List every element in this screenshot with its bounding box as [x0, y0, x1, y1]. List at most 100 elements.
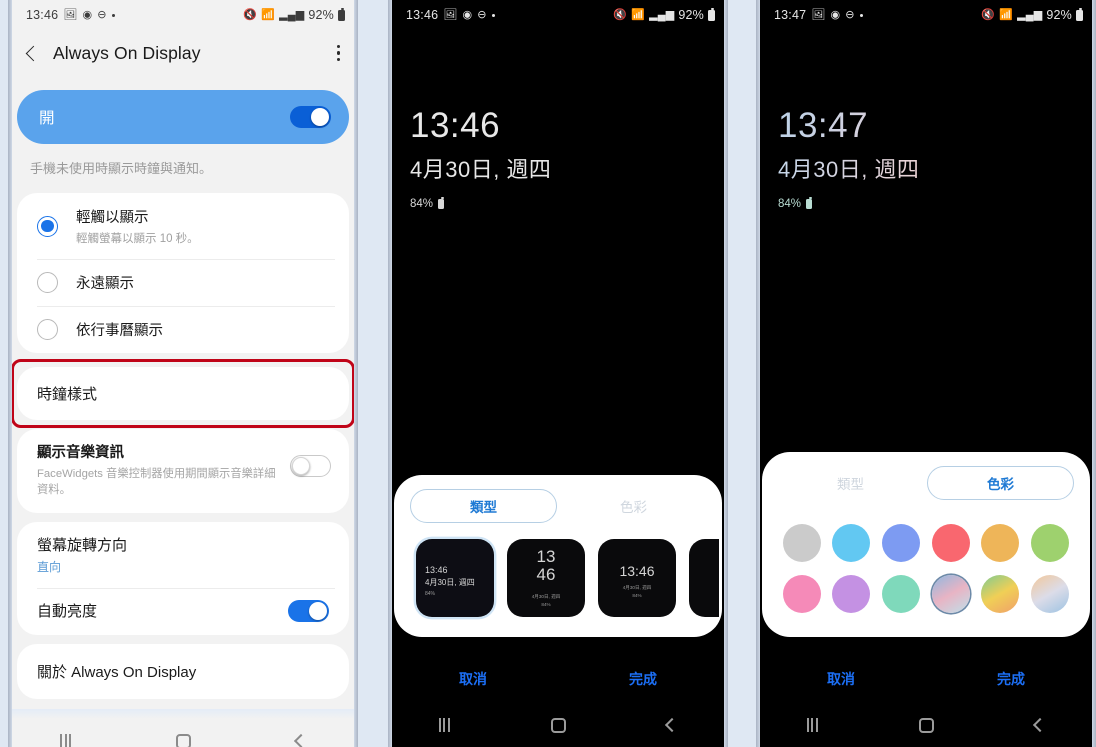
mute-icon: 🔇: [613, 8, 628, 21]
tab-type[interactable]: 類型: [410, 489, 557, 523]
phone-edge-left: [8, 0, 12, 747]
back-icon[interactable]: [653, 712, 691, 738]
aod-date: 4月30日, 週四: [410, 156, 552, 182]
about-aod-row[interactable]: 關於 Always On Display: [17, 644, 349, 699]
clock-thumbnail-row: 13:46 4月30日, 週四 84% 13 46 4月30日, 週四 84%: [394, 523, 722, 621]
auto-brightness-toggle[interactable]: [288, 599, 329, 622]
master-switch-toggle[interactable]: [290, 106, 331, 128]
battery-icon: [338, 7, 345, 21]
signal-icon: ▂▄▆: [279, 8, 305, 21]
color-swatch-pink[interactable]: [782, 575, 821, 613]
chrome-icon: ◉: [830, 8, 841, 21]
page-title: Always On Display: [53, 42, 201, 63]
screen-rotation-row[interactable]: 螢幕旋轉方向 直向: [17, 522, 349, 588]
tab-color[interactable]: 色彩: [561, 490, 706, 522]
recents-icon[interactable]: [793, 710, 832, 740]
music-info-toggle[interactable]: [290, 455, 331, 477]
radio-label: 輕觸以顯示: [76, 210, 149, 226]
overflow-menu-icon[interactable]: [333, 41, 344, 65]
color-swatch-sky-blue[interactable]: [832, 524, 871, 562]
dot-icon: [859, 13, 863, 17]
phone-clock-color-screen: 13:47 🖼 ◉ ⊖ 🔇 📶 ▂▄▆ 92% 13:47 4月30日, 週四: [756, 0, 1096, 747]
battery-icon: [438, 197, 445, 209]
back-icon[interactable]: [25, 45, 42, 61]
battery-percent-label: 92%: [1046, 8, 1072, 22]
battery-percent-label: 92%: [308, 8, 334, 22]
aod-hint-text: 手機未使用時顯示時鐘與通知。: [30, 161, 213, 176]
tab-color[interactable]: 色彩: [927, 466, 1074, 500]
recents-icon[interactable]: [46, 726, 85, 747]
color-swatch-gradient-green-orange[interactable]: [981, 575, 1020, 613]
color-swatch-orange[interactable]: [981, 524, 1020, 562]
thumb-time: 13:46: [425, 565, 448, 575]
done-button[interactable]: 完成: [926, 669, 1096, 689]
navigation-bar: [8, 719, 358, 747]
music-info-row[interactable]: 顯示音樂資訊 FaceWidgets 音樂控制器使用期間顯示音樂詳細資料。: [17, 429, 349, 513]
clock-thumbnail-3[interactable]: 13:46 4月30日, 週四 84%: [598, 539, 676, 617]
back-icon[interactable]: [1021, 712, 1059, 738]
aod-master-switch[interactable]: 開: [17, 90, 349, 144]
wifi-icon: 📶: [999, 8, 1014, 21]
aod-preview-color: 13:47 🖼 ◉ ⊖ 🔇 📶 ▂▄▆ 92% 13:47 4月30日, 週四: [756, 0, 1096, 747]
home-icon[interactable]: [905, 710, 948, 741]
home-icon[interactable]: [537, 710, 580, 741]
radio-option-tap-to-show[interactable]: 輕觸以顯示 輕觸螢幕以顯示 10 秒。: [17, 193, 349, 259]
radio-label: 依行事曆顯示: [76, 323, 163, 339]
radio-option-always-show[interactable]: 永遠顯示: [17, 259, 349, 306]
image-icon: 🖼: [443, 8, 458, 21]
sheet-actions-type: 取消 完成: [388, 669, 728, 689]
color-swatch-purple[interactable]: [832, 575, 871, 613]
color-swatch-grey[interactable]: [782, 524, 821, 562]
color-swatch-green[interactable]: [1031, 524, 1070, 562]
status-bar-time: 13:46: [26, 8, 59, 22]
battery-icon: [806, 197, 813, 209]
radio-sublabel: 輕觸螢幕以顯示 10 秒。: [76, 233, 199, 245]
color-swatch-gradient-peach-blue[interactable]: [1031, 575, 1070, 613]
back-icon[interactable]: [282, 728, 320, 747]
home-icon[interactable]: [162, 726, 205, 747]
cancel-button[interactable]: 取消: [756, 669, 926, 689]
dnd-icon: ⊖: [845, 8, 855, 21]
color-swatch-mint[interactable]: [882, 575, 921, 613]
image-icon: 🖼: [63, 8, 78, 21]
chrome-icon: ◉: [462, 8, 473, 21]
sheet-tabs: 類型 色彩: [762, 464, 1090, 500]
radio-icon[interactable]: [37, 215, 58, 237]
thumb-time-bottom: 46: [536, 565, 556, 585]
status-bar-settings: 13:46 🖼 ◉ ⊖ 🔇 📶 ▂▄▆ 92%: [8, 0, 358, 30]
music-info-sub: FaceWidgets 音樂控制器使用期間顯示音樂詳細資料。: [37, 468, 276, 497]
music-info-title: 顯示音樂資訊: [37, 445, 124, 461]
done-button[interactable]: 完成: [558, 669, 728, 689]
thumb-battery: 84%: [541, 601, 551, 607]
radio-icon[interactable]: [37, 272, 58, 293]
display-mode-card: 輕觸以顯示 輕觸螢幕以顯示 10 秒。 永遠顯示 依行事曆顯示: [17, 193, 349, 353]
clock-thumbnail-4-partial[interactable]: [689, 539, 719, 617]
navigation-bar: [756, 703, 1096, 747]
color-swatch-red[interactable]: [931, 524, 970, 562]
clock-thumbnail-2[interactable]: 13 46 4月30日, 週四 84%: [507, 539, 585, 617]
color-swatch-blue[interactable]: [882, 524, 921, 562]
mute-icon: 🔇: [981, 8, 996, 21]
cancel-button[interactable]: 取消: [388, 669, 558, 689]
aod-battery-label: 84%: [410, 197, 434, 210]
auto-brightness-row[interactable]: 自動亮度: [17, 587, 349, 635]
aod-battery-label: 84%: [778, 197, 802, 210]
settings-content: 開 手機未使用時顯示時鐘與通知。 輕觸以顯示 輕觸螢幕以顯示 10 秒。 永遠顯…: [8, 76, 358, 747]
clock-thumbnail-1[interactable]: 13:46 4月30日, 週四 84%: [416, 539, 494, 617]
radio-icon[interactable]: [37, 319, 58, 340]
aod-date: 4月30日, 週四: [778, 152, 1096, 184]
thumb-date: 4月30日, 週四: [425, 578, 475, 587]
clock-style-row[interactable]: 時鐘樣式: [17, 367, 349, 420]
dnd-icon: ⊖: [477, 8, 487, 21]
phone-edge-right: [354, 0, 358, 747]
recents-icon[interactable]: [425, 710, 464, 740]
tab-type[interactable]: 類型: [778, 467, 923, 499]
clock-style-wrapper: 時鐘樣式: [11, 359, 355, 428]
color-swatch-gradient-blue-pink[interactable]: [931, 575, 970, 613]
master-switch-label: 開: [39, 110, 55, 127]
image-icon: 🖼: [811, 8, 826, 21]
aod-clock-block: 13:47 4月30日, 週四 84%: [756, 30, 1096, 210]
thumb-date: 4月30日, 週四: [531, 593, 561, 599]
radio-option-schedule[interactable]: 依行事曆顯示: [17, 306, 349, 353]
thumb-time: 13:46: [619, 563, 655, 579]
